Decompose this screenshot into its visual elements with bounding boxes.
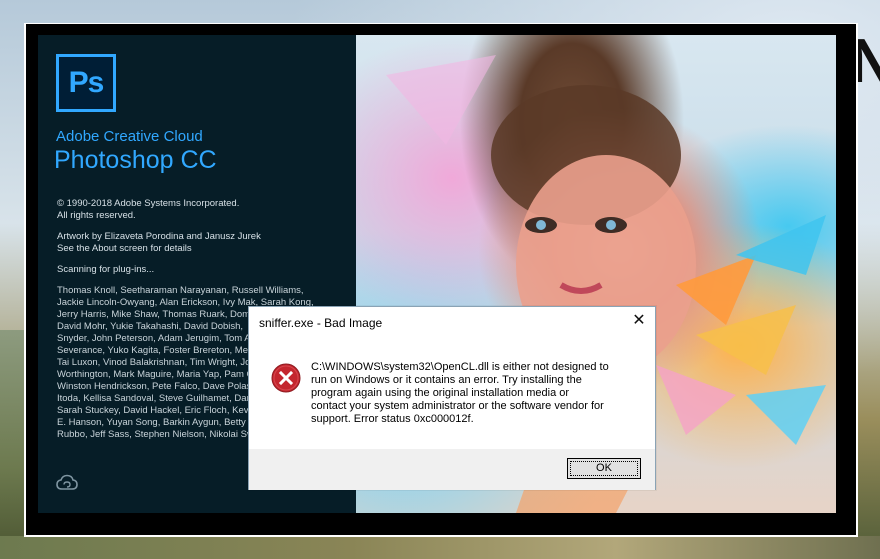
brand-photoshop-cc: Photoshop CC [54, 146, 217, 174]
about-hint-text: See the About screen for details [57, 243, 192, 254]
creative-cloud-icon [56, 474, 78, 490]
error-icon [271, 363, 301, 393]
dialog-title: sniffer.exe - Bad Image [259, 316, 383, 330]
copyright-text: © 1990-2018 Adobe Systems Incorporated. [57, 198, 240, 209]
loading-status-text: Scanning for plug-ins... [57, 264, 155, 275]
ok-button[interactable]: OK [567, 458, 641, 479]
dialog-message: C:\WINDOWS\system32\OpenCL.dll is either… [311, 361, 609, 425]
photoshop-logo-icon: Ps [56, 54, 116, 112]
brand-creative-cloud: Adobe Creative Cloud [56, 128, 203, 145]
rights-text: All rights reserved. [57, 210, 136, 221]
artwork-credit-text: Artwork by Elizaveta Porodina and Janusz… [57, 231, 261, 242]
error-dialog: sniffer.exe - Bad Image ✕ C:\WINDOWS\sys… [248, 306, 656, 490]
desktop-mountain-bottom [0, 536, 880, 559]
close-icon[interactable]: ✕ [631, 313, 647, 329]
